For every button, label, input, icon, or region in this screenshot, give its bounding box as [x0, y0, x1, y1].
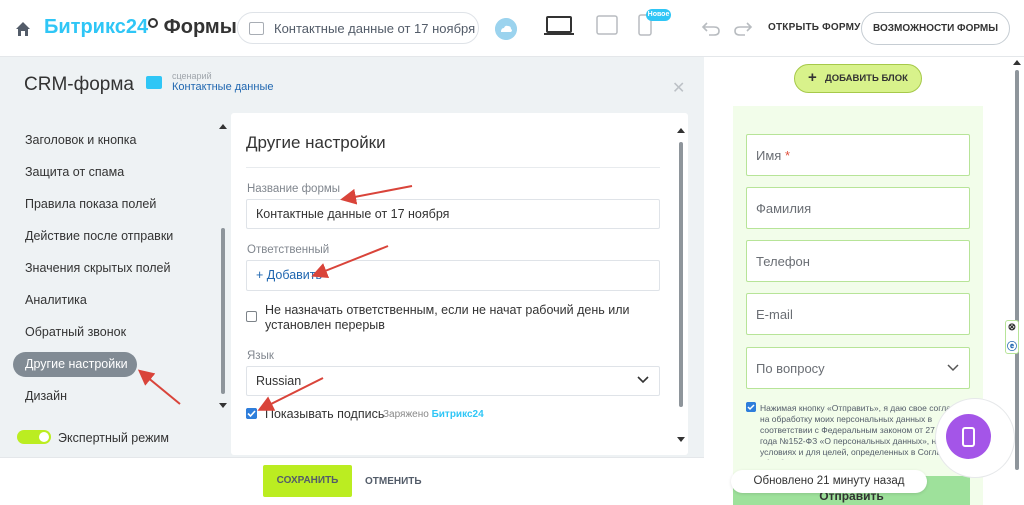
mobile-preview-button[interactable]	[946, 414, 991, 459]
cloud-icon[interactable]	[495, 18, 517, 40]
open-form-link[interactable]: ОТКРЫТЬ ФОРМУ	[768, 22, 861, 33]
form-features-button[interactable]: ВОЗМОЖНОСТИ ФОРМЫ	[861, 12, 1010, 45]
no-assign-checkbox[interactable]	[246, 311, 257, 322]
nav-item-other-settings[interactable]: Другие настройки	[13, 352, 137, 377]
consent-checkbox[interactable]	[746, 402, 756, 412]
preview-field-email[interactable]: E-mail	[746, 293, 970, 335]
language-select[interactable]: Russian	[246, 366, 660, 396]
tablet-icon[interactable]	[596, 15, 618, 35]
close-circle-icon[interactable]: ⊗	[1006, 322, 1018, 333]
new-badge: Новое	[646, 9, 671, 21]
powered-prefix: Заряжено	[383, 409, 429, 420]
redo-icon[interactable]	[733, 19, 753, 37]
brand-logo: Битрикс24 Формы	[44, 16, 237, 39]
scenario-icon	[146, 76, 162, 89]
plus-icon: +	[808, 69, 817, 86]
preview-field-phone[interactable]: Телефон	[746, 240, 970, 282]
chevron-down-icon	[637, 376, 649, 384]
add-block-label: ДОБАВИТЬ БЛОК	[825, 73, 908, 84]
side-widget[interactable]: ⊗ ⓔ	[1005, 320, 1019, 354]
show-signature-label: Показывать подпись	[265, 407, 385, 421]
toggle-knob	[39, 432, 49, 442]
field-label: Имя	[756, 148, 782, 163]
phone-icon	[962, 427, 975, 447]
add-responsible-link[interactable]: + Добавить	[256, 268, 322, 282]
required-marker: *	[784, 148, 791, 163]
brand-bitrix: Битрикс24	[44, 16, 149, 38]
form-title-field[interactable]: Контактные данные от 17 ноября	[237, 12, 479, 44]
language-label: Язык	[247, 350, 274, 362]
powered-by-badge: Заряжено Битрикс24	[383, 409, 484, 420]
field-label: По вопросу	[756, 361, 825, 376]
footer-bar	[0, 457, 704, 505]
nav-scrollbar[interactable]	[218, 124, 228, 408]
powered-brand: Битрикс24	[431, 409, 484, 420]
responsible-field[interactable]: + Добавить	[246, 260, 660, 291]
field-label: Фамилия	[756, 201, 812, 216]
scenario-link[interactable]: Контактные данные	[172, 81, 273, 93]
close-icon[interactable]: ✕	[672, 78, 685, 98]
home-icon[interactable]	[14, 20, 32, 38]
divider	[246, 167, 660, 168]
panel-title: CRM-форма	[24, 74, 134, 95]
nav-item-spam-protection[interactable]: Защита от спама	[25, 165, 124, 179]
card-title: Другие настройки	[246, 133, 386, 152]
undo-icon[interactable]	[701, 19, 721, 37]
preview-scrollbar[interactable]	[1012, 58, 1022, 505]
preview-field-lastname[interactable]: Фамилия	[746, 187, 970, 229]
nav-item-header-button[interactable]: Заголовок и кнопка	[25, 133, 137, 147]
nav-item-after-submit[interactable]: Действие после отправки	[25, 229, 173, 243]
nav-item-field-rules[interactable]: Правила показа полей	[25, 197, 156, 211]
nav-item-design[interactable]: Дизайн	[25, 389, 67, 403]
updated-tooltip: Обновлено 21 минуту назад	[731, 470, 927, 493]
clock-icon	[148, 18, 159, 28]
desktop-icon[interactable]	[544, 16, 574, 36]
preview-field-name[interactable]: Имя *	[746, 134, 970, 176]
form-name-label: Название формы	[247, 183, 341, 195]
field-label: E-mail	[756, 307, 793, 322]
no-assign-label: Не назначать ответственным, если не нача…	[265, 303, 630, 332]
expert-mode-toggle[interactable]	[17, 430, 51, 444]
nav-item-hidden-fields[interactable]: Значения скрытых полей	[25, 261, 170, 275]
chevron-down-icon	[947, 364, 959, 372]
image-icon	[249, 22, 264, 35]
add-block-button[interactable]: + ДОБАВИТЬ БЛОК	[794, 64, 922, 93]
scenario-label: сценарий	[172, 71, 212, 81]
e-badge-icon[interactable]: ⓔ	[1006, 338, 1018, 353]
save-button[interactable]: СОХРАНИТЬ	[263, 465, 352, 497]
nav-item-callback[interactable]: Обратный звонок	[25, 325, 126, 339]
nav-item-analytics[interactable]: Аналитика	[25, 293, 87, 307]
show-signature-checkbox[interactable]	[246, 408, 257, 419]
preview-field-question[interactable]: По вопросу	[746, 347, 970, 389]
expert-mode-label: Экспертный режим	[58, 431, 170, 445]
field-label: Телефон	[756, 254, 810, 269]
form-title-text: Контактные данные от 17 ноября	[274, 21, 476, 36]
responsible-label: Ответственный	[247, 244, 330, 256]
brand-forms: Формы	[163, 16, 237, 38]
cancel-button[interactable]: ОТМЕНИТЬ	[365, 476, 422, 487]
card-scrollbar[interactable]	[676, 128, 686, 442]
form-name-input[interactable]: Контактные данные от 17 ноября	[246, 199, 660, 229]
